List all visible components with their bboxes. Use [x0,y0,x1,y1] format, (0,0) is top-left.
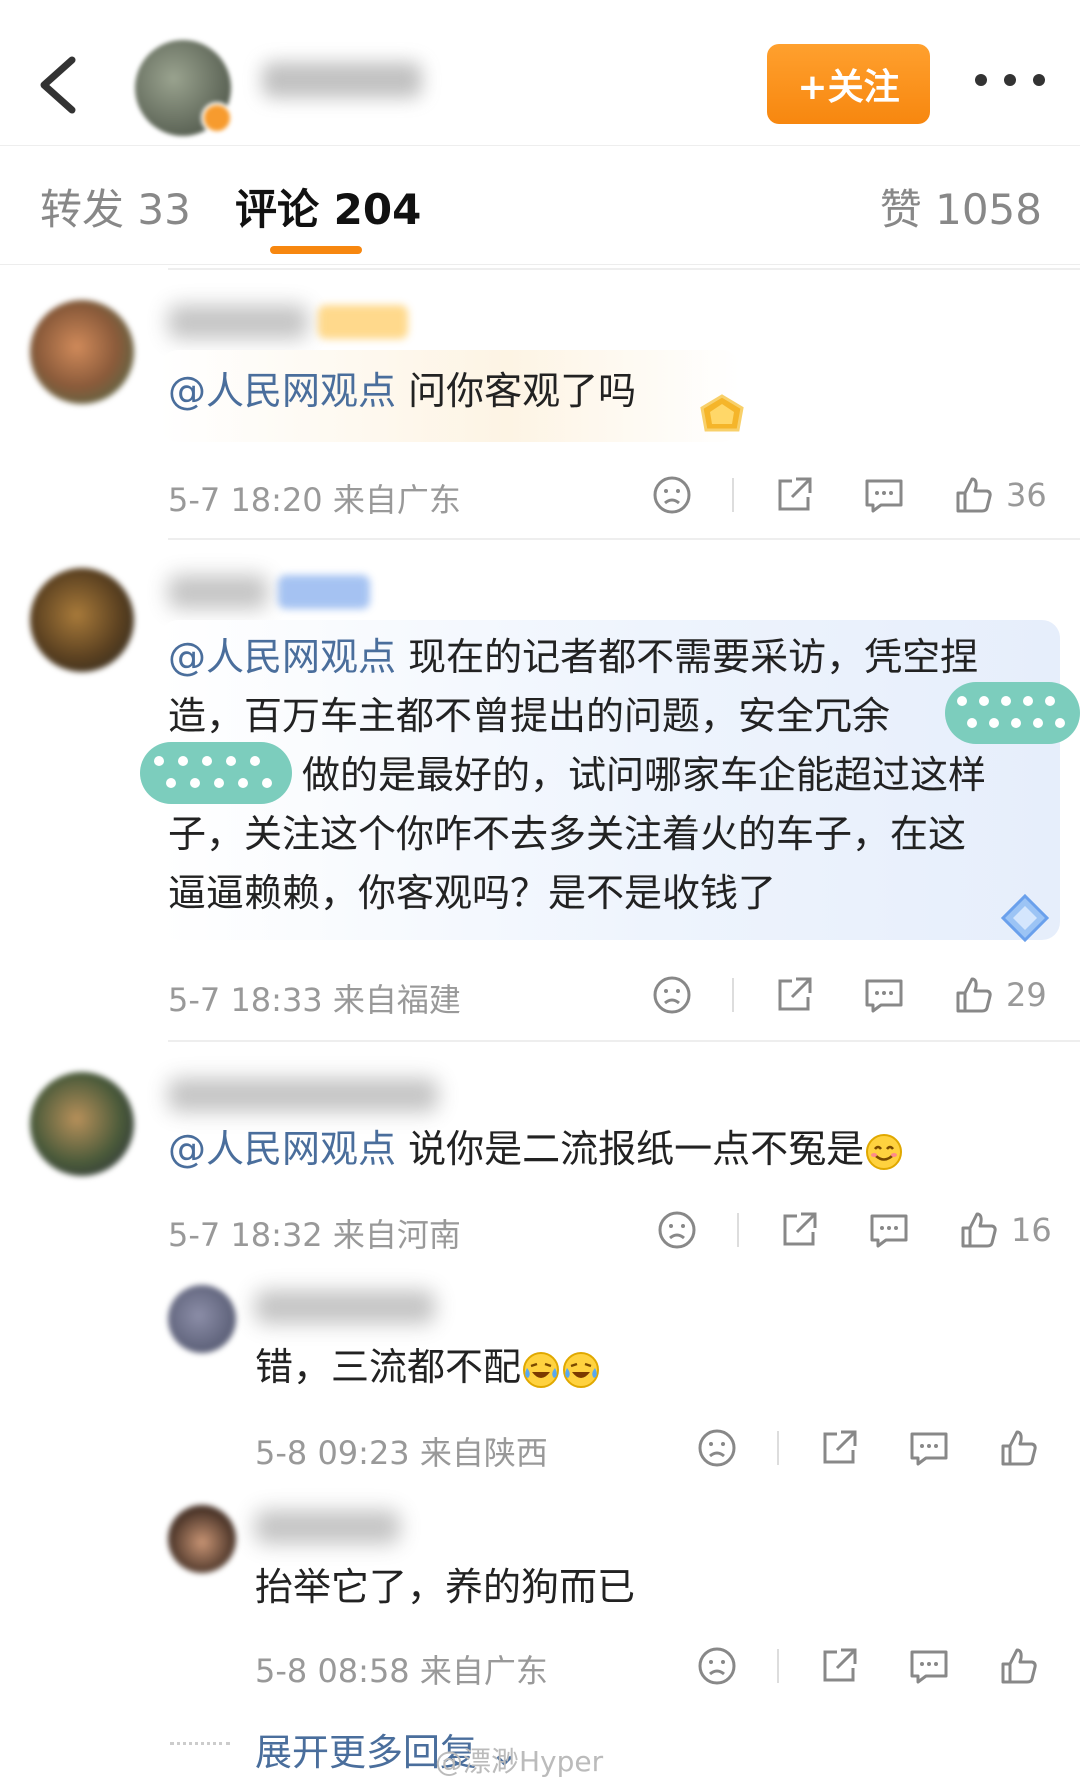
verified-badge-icon [201,102,233,134]
like-icon[interactable] [952,973,996,1017]
dislike-icon[interactable] [650,973,694,1017]
comment-actions: 29 [650,970,1047,1020]
username-blurred[interactable] [168,575,268,609]
divider [168,1040,1080,1042]
divider [168,538,1080,540]
share-icon[interactable] [817,1644,861,1688]
separator [732,478,734,512]
tab-comments[interactable]: 评论 204 [235,176,421,237]
like-icon[interactable] [957,1208,1001,1252]
like-icon[interactable] [997,1426,1041,1470]
reply-actions [695,1641,1041,1691]
comment-text-line: @人民网观点 现在的记者都不需要采访，凭空捏 [168,635,979,679]
like-icon[interactable] [997,1644,1041,1688]
comment-time-location: 5-7 18:33 来自福建 [168,981,461,1019]
comment-text: @人民网观点 说你是二流报纸一点不冤是 [168,1120,904,1179]
comment-text-line: 逼逼赖赖，你客观吗？是不是收钱了 [168,871,777,915]
reply-icon[interactable] [862,473,906,517]
avatar[interactable] [168,1505,236,1573]
follow-button[interactable]: +关注 [767,44,930,124]
comment-time-location: 5-7 18:32 来自河南 [168,1216,461,1254]
share-icon[interactable] [777,1208,821,1252]
avatar[interactable] [30,1072,134,1176]
username-blurred[interactable] [255,1290,435,1324]
dislike-icon[interactable] [695,1426,739,1470]
comment-text: @人民网观点 问你客观了吗 [168,369,637,413]
share-icon[interactable] [772,973,816,1017]
avatar[interactable] [168,1285,236,1353]
reply-time-location: 5-8 09:23 来自陕西 [255,1434,548,1472]
laugh-cry-emoji-icon [523,1351,560,1388]
watermark: @漂渺Hyper [435,1745,604,1778]
share-icon[interactable] [817,1426,861,1470]
dislike-icon[interactable] [695,1644,739,1688]
more-icon[interactable] [975,68,1045,92]
divider [168,268,1080,270]
back-icon [40,56,76,114]
like-count: 16 [1011,1211,1052,1249]
separator [777,1431,779,1465]
censored-text-blob [945,682,1080,744]
top-bar: +关注 [0,0,1080,140]
comment-actions: 36 [650,470,1047,520]
separator [732,978,734,1012]
smile-emoji-icon [866,1133,903,1170]
username-blurred[interactable] [168,1078,438,1112]
tab-bar: 转发 33 评论 204 赞 1058 [0,145,1080,265]
reply-actions [695,1423,1041,1473]
mention-link[interactable]: @人民网观点 [168,1127,396,1171]
reply-icon[interactable] [862,973,906,1017]
reply-text: 抬举它了，养的狗而已 [255,1565,636,1609]
diamond-decor-icon [1000,893,1050,943]
tab-repost[interactable]: 转发 33 [40,176,191,237]
tab-likes[interactable]: 赞 1058 [880,176,1042,237]
author-avatar[interactable] [135,40,233,136]
fan-badge [278,575,370,609]
reply-icon[interactable] [867,1208,911,1252]
back-button[interactable] [28,50,88,120]
share-icon[interactable] [772,473,816,517]
mention-link[interactable]: @人民网观点 [168,369,396,413]
dotted-leader [170,1742,230,1745]
comment-text-line: 子，关注这个你咋不去多关注着火的车子，在这 [168,812,967,856]
author-name-blurred[interactable] [262,62,422,98]
dislike-icon[interactable] [655,1208,699,1252]
like-count: 29 [1006,976,1047,1014]
mention-link[interactable]: @人民网观点 [168,635,396,679]
avatar[interactable] [30,568,134,672]
reply-icon[interactable] [907,1644,951,1688]
username-blurred[interactable] [168,305,308,339]
comment-time-location: 5-7 18:20 来自广东 [168,481,461,519]
avatar[interactable] [30,300,134,404]
censored-text-blob [140,742,292,804]
username-blurred[interactable] [255,1510,400,1544]
active-tab-indicator [270,246,362,254]
reply-time-location: 5-8 08:58 来自广东 [255,1652,548,1690]
comment-text-line: 做的是最好的，试问哪家车企能超过这样 [302,753,987,797]
comment-text-line: 造，百万车主都不曾提出的问题，安全冗余 [168,694,891,738]
dislike-icon[interactable] [650,473,694,517]
diamond-decor-icon [700,394,744,432]
reply-icon[interactable] [907,1426,951,1470]
like-count: 36 [1006,476,1047,514]
like-icon[interactable] [952,473,996,517]
fan-badge [318,305,408,339]
laugh-cry-emoji-icon [563,1351,600,1388]
comment-actions: 16 [655,1205,1052,1255]
separator [737,1213,739,1247]
reply-text: 错，三流都不配 [255,1338,601,1397]
separator [777,1649,779,1683]
